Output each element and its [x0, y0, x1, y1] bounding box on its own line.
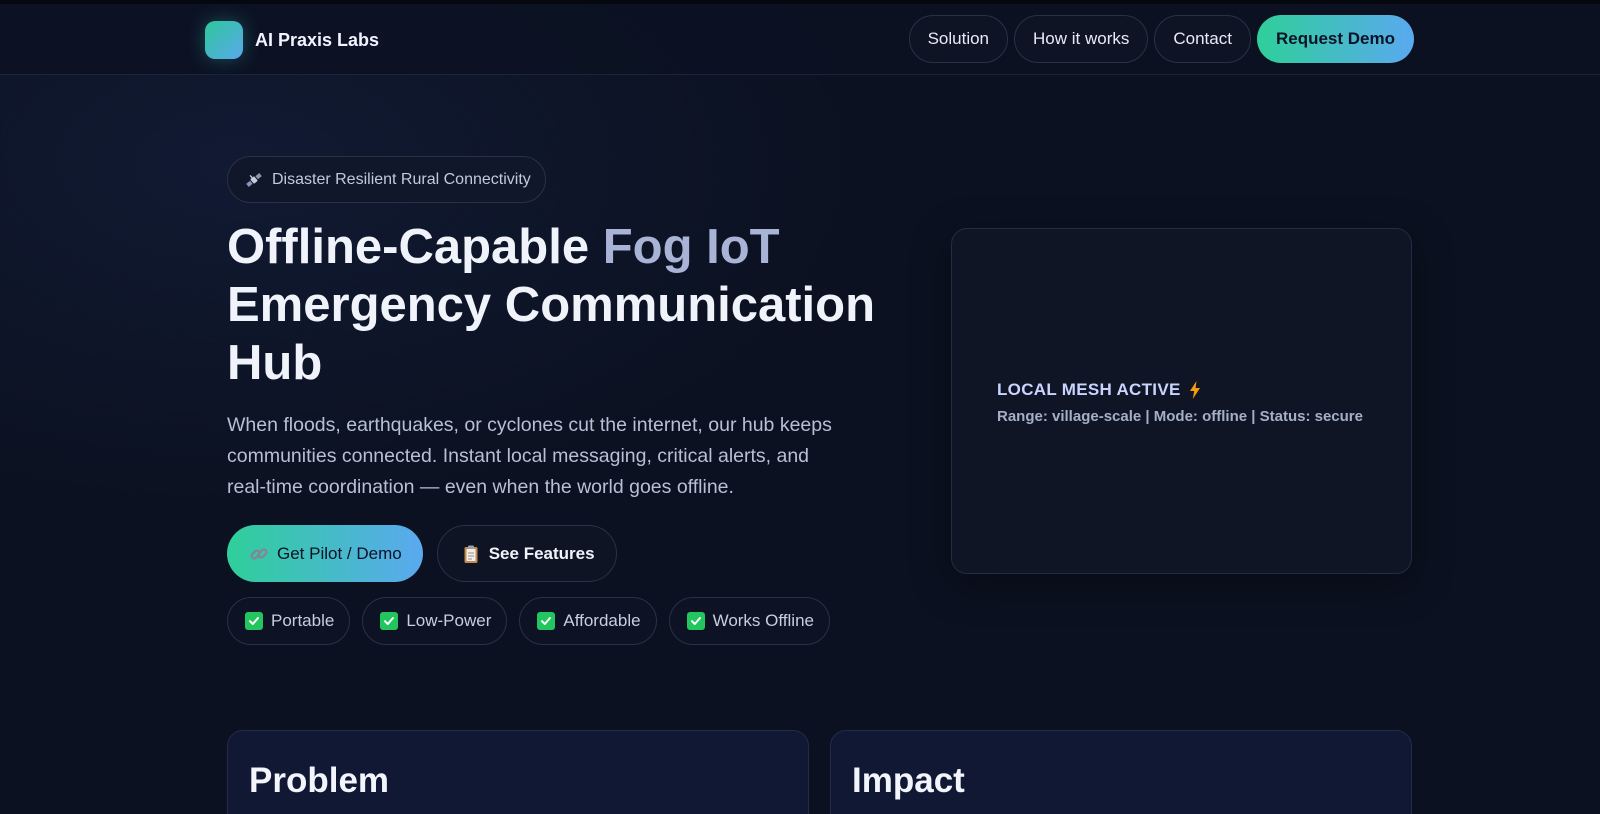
headline-accent: Fog IoT — [602, 220, 780, 274]
clipboard-icon — [464, 545, 478, 563]
see-features-button[interactable]: See Features — [436, 525, 617, 582]
nav-link-solution[interactable]: Solution — [908, 15, 1009, 63]
brand-logo — [205, 21, 243, 59]
link-icon — [250, 547, 268, 560]
hero-badge-label: Disaster Resilient Rural Connectivity — [272, 170, 531, 188]
get-pilot-demo-label: Get Pilot / Demo — [277, 543, 402, 563]
check-icon — [686, 612, 705, 630]
check-icon — [537, 612, 556, 630]
headline-part-1: Offline-Capable — [227, 220, 603, 274]
feature-pill-affordable: Affordable — [519, 597, 657, 645]
impact-panel: Impact — [830, 730, 1412, 814]
mesh-status-title-text: LOCAL MESH ACTIVE — [997, 380, 1181, 399]
feature-pill-works-offline: Works Offline — [668, 597, 830, 645]
brand-name: AI Praxis Labs — [255, 29, 380, 50]
feature-pill-low-power: Low-Power — [362, 597, 508, 645]
hero-cta-row: Get Pilot / Demo See Features — [227, 525, 617, 582]
mesh-status-title: LOCAL MESH ACTIVE — [997, 380, 1201, 400]
hero-description: When floods, earthquakes, or cyclones cu… — [227, 414, 832, 498]
nav-link-contact[interactable]: Contact — [1154, 15, 1251, 63]
brand[interactable]: AI Praxis Labs — [205, 21, 379, 59]
nav-link-how-it-works[interactable]: How it works — [1014, 15, 1149, 63]
lightning-icon — [1189, 381, 1200, 399]
feature-pill-label: Affordable — [563, 611, 641, 630]
hero-headline: Offline-Capable Fog IoT Emergency Communi… — [227, 218, 887, 392]
get-pilot-demo-button[interactable]: Get Pilot / Demo — [227, 525, 423, 582]
see-features-label: See Features — [488, 543, 595, 563]
problem-title: Problem — [249, 761, 390, 800]
satellite-icon — [246, 172, 262, 187]
check-icon — [245, 612, 263, 630]
nav-links: Solution How it works Contact Request De… — [908, 15, 1414, 63]
request-demo-button[interactable]: Request Demo — [1256, 15, 1414, 63]
navbar: AI Praxis Labs Solution How it works Con… — [0, 4, 1600, 75]
feature-pills: Portable Low-Power Affordable Works Offl… — [227, 597, 830, 645]
mesh-status-detail: Range: village-scale | Mode: offline | S… — [997, 408, 1363, 425]
feature-pill-label: Works Offline — [712, 611, 814, 630]
headline-part-2: Emergency Communication Hub — [227, 278, 876, 390]
mesh-status-card: LOCAL MESH ACTIVE Range: village-scale |… — [951, 228, 1412, 574]
feature-pill-label: Portable — [271, 611, 335, 630]
hero-badge: Disaster Resilient Rural Connectivity — [227, 156, 546, 203]
problem-panel: Problem — [227, 730, 809, 814]
check-icon — [380, 612, 399, 630]
feature-pill-portable: Portable — [227, 597, 351, 645]
feature-pill-label: Low-Power — [406, 611, 492, 630]
impact-title: Impact — [852, 761, 965, 800]
